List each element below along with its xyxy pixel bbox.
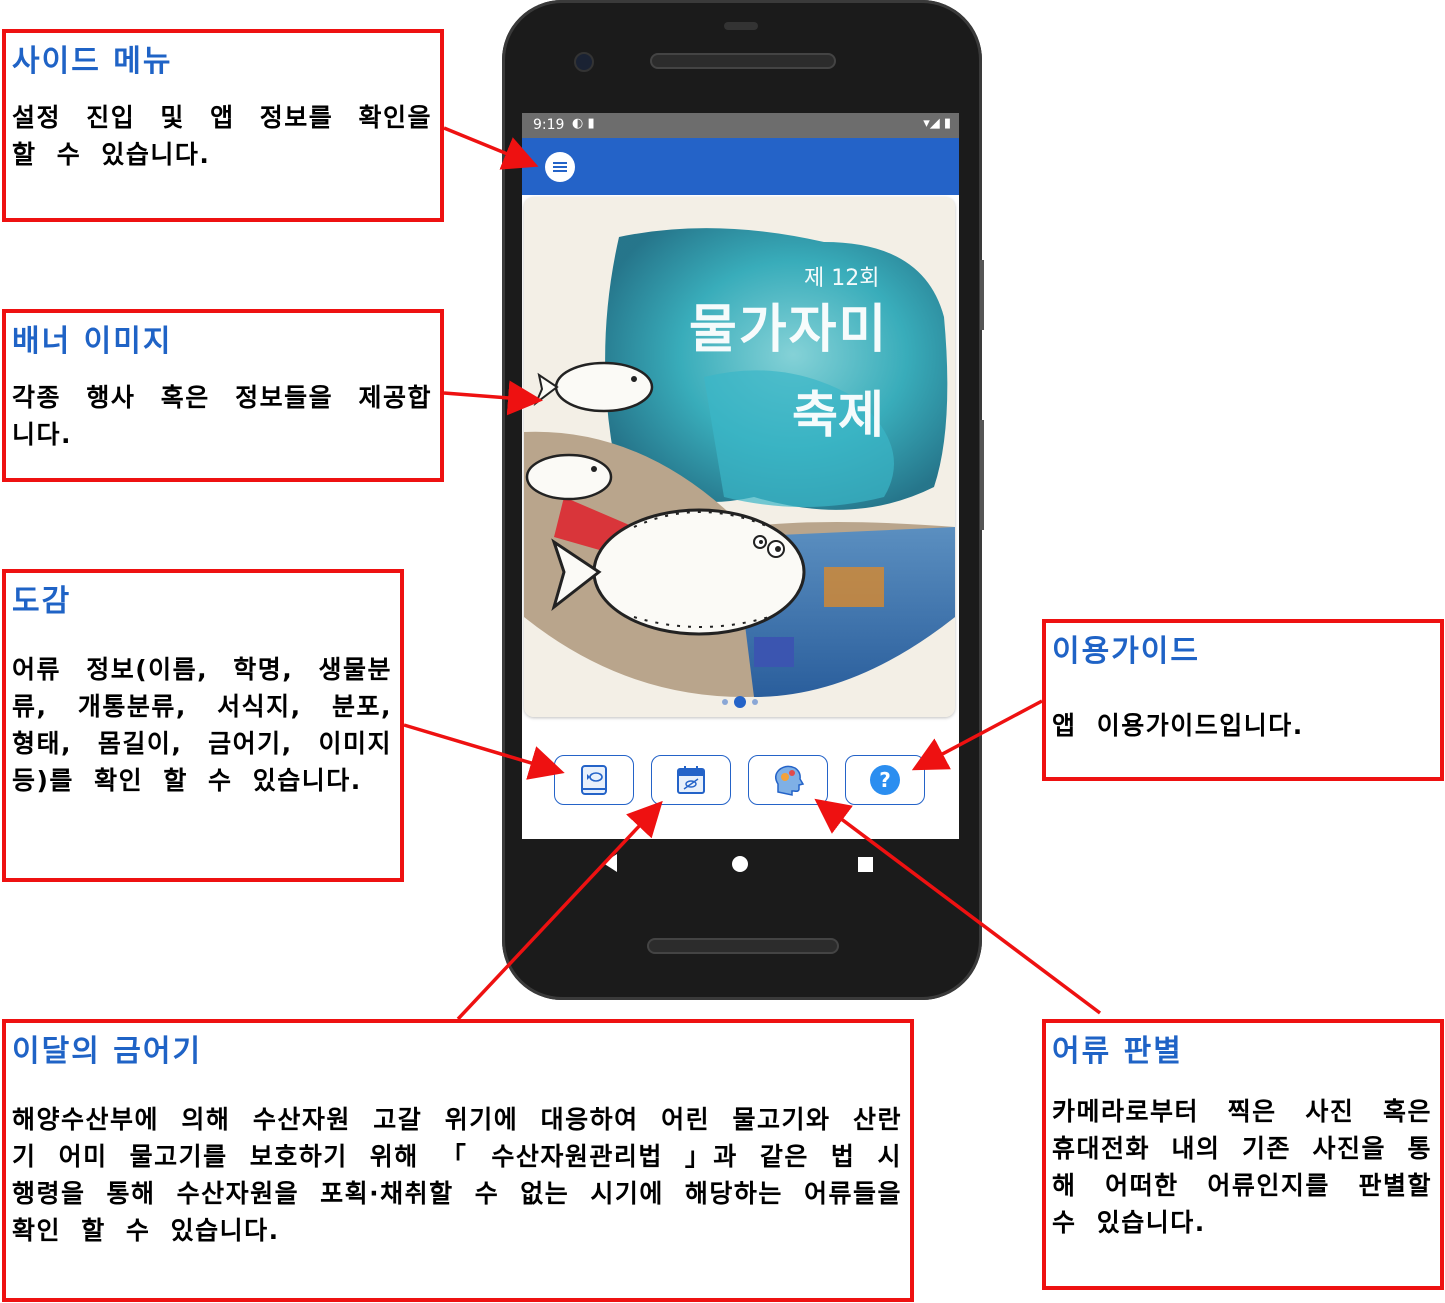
monthly-ban-button[interactable]	[651, 755, 731, 805]
carousel-dot-active[interactable]	[733, 695, 746, 708]
earpiece-speaker	[650, 53, 836, 69]
annotation-guide: 이용가이드 앱 이용가이드입니다.	[1042, 619, 1444, 781]
status-time: 9:19	[533, 117, 565, 133]
notification-icons: ◐ ▮	[572, 116, 595, 131]
annotation-fish-identify: 어류 판별 카메라로부터 찍은 사진 혹은 휴대전화 내의 기존 사진을 통해 …	[1042, 1019, 1444, 1290]
annotation-body: 각종 행사 혹은 정보들을 제공합니다.	[12, 383, 432, 449]
annotation-side-menu: 사이드 메뉴 설정 진입 및 앱 정보를 확인을 할 수 있습니다.	[2, 29, 444, 222]
annotation-body: 카메라로부터 찍은 사진 혹은 휴대전화 내의 기존 사진을 통해 어떠한 어류…	[1052, 1097, 1432, 1237]
annotation-title: 배너 이미지	[12, 324, 173, 359]
annotation-title: 도감	[12, 584, 72, 619]
annotation-body: 해양수산부에 의해 수산자원 고갈 위기에 대응하여 어린 물고기와 산란기 어…	[12, 1105, 902, 1245]
front-camera	[574, 52, 594, 72]
app-screen: 9:19 ◐ ▮ ▾◢ ▮ 제 12회 물가자미 축제 ?	[522, 113, 959, 839]
carousel-indicator[interactable]	[524, 691, 955, 710]
fish-book-icon	[581, 765, 607, 795]
annotation-banner: 배너 이미지 각종 행사 혹은 정보들을 제공합니다.	[2, 309, 444, 482]
carousel-dot[interactable]	[721, 698, 728, 705]
app-bar	[522, 138, 959, 195]
bottom-speaker	[647, 938, 839, 954]
annotation-body: 어류 정보(이름, 학명, 생물분류, 개통분류, 서식지, 분포, 형태, 몸…	[12, 655, 392, 795]
annotation-dogam: 도감 어류 정보(이름, 학명, 생물분류, 개통분류, 서식지, 분포, 형태…	[2, 569, 404, 882]
svg-text:?: ?	[879, 768, 891, 792]
volume-button	[980, 420, 984, 530]
help-icon: ?	[870, 765, 900, 795]
banner-title-line1: 물가자미	[689, 300, 888, 360]
nav-recent-icon[interactable]	[858, 857, 873, 872]
annotation-title: 어류 판별	[1052, 1034, 1183, 1069]
carousel-dot[interactable]	[751, 698, 758, 705]
annotation-title: 이달의 금어기	[12, 1034, 203, 1069]
banner-edition: 제 12회	[804, 266, 879, 291]
annotation-title: 사이드 메뉴	[12, 44, 173, 79]
menu-icon[interactable]	[545, 152, 575, 182]
annotation-body: 앱 이용가이드입니다.	[1052, 711, 1304, 740]
banner-title-line2: 축제	[792, 386, 884, 444]
guide-button[interactable]: ?	[845, 755, 925, 805]
annotation-monthly-ban: 이달의 금어기 해양수산부에 의해 수산자원 고갈 위기에 대응하여 어린 물고…	[2, 1019, 914, 1302]
power-button	[980, 260, 984, 330]
fish-identify-button[interactable]	[748, 755, 828, 805]
calendar-icon	[677, 766, 705, 794]
status-bar: 9:19 ◐ ▮ ▾◢ ▮	[522, 113, 959, 138]
banner-image[interactable]: 제 12회 물가자미 축제	[524, 197, 955, 717]
brain-gear-icon	[775, 765, 805, 796]
annotation-body: 설정 진입 및 앱 정보를 확인을 할 수 있습니다.	[12, 103, 432, 169]
nav-back-icon[interactable]	[603, 854, 617, 872]
annotation-title: 이용가이드	[1052, 634, 1200, 669]
nav-home-icon[interactable]	[732, 856, 748, 872]
phone-notch	[724, 22, 758, 30]
phone-frame: 9:19 ◐ ▮ ▾◢ ▮ 제 12회 물가자미 축제 ?	[502, 0, 984, 1000]
dogam-button[interactable]	[554, 755, 634, 805]
signal-battery-icon: ▾◢ ▮	[923, 116, 951, 131]
